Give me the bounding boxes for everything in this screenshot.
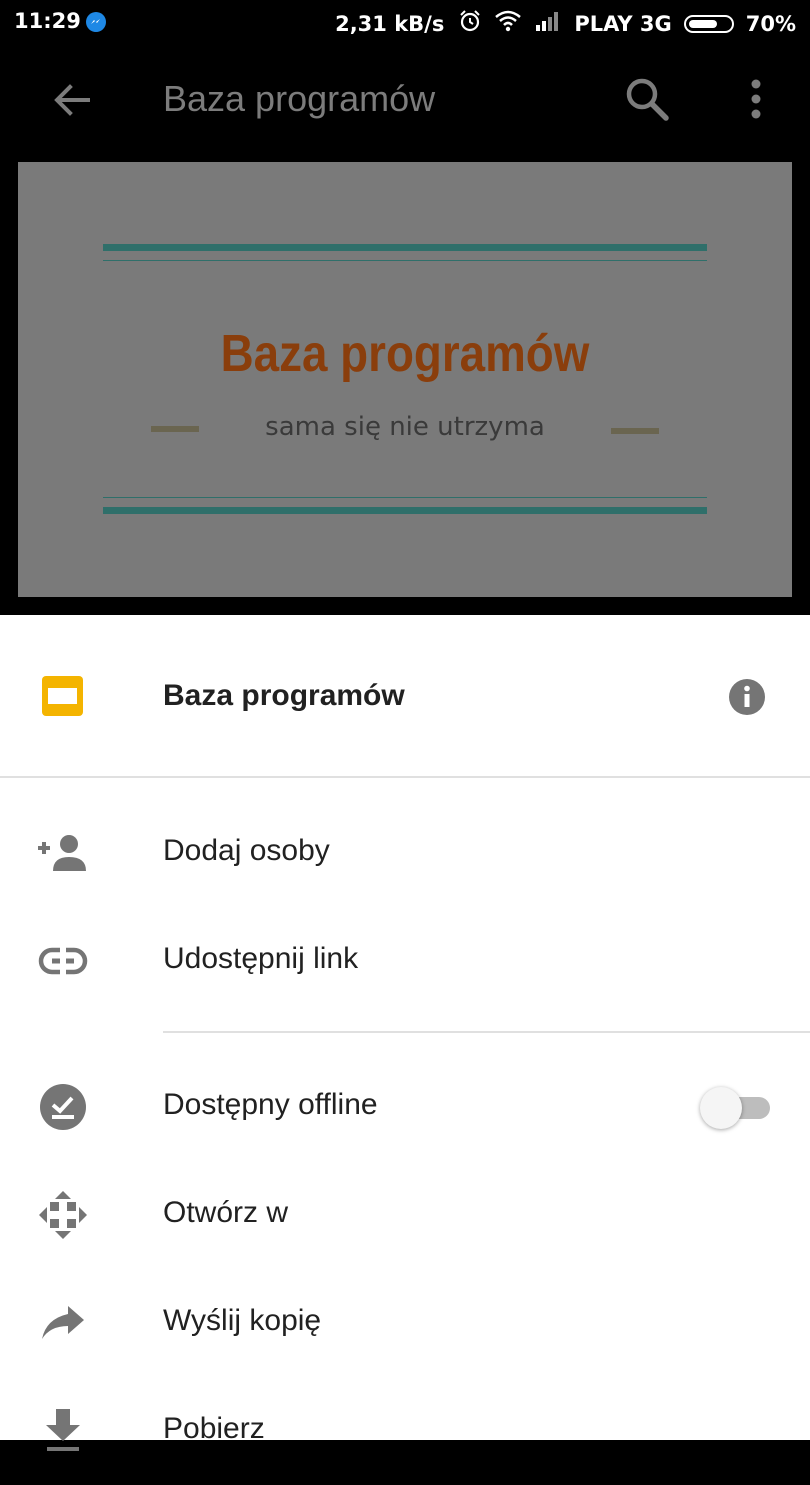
menu-item-label: Dodaj osoby <box>163 834 330 867</box>
slide-subtitle: sama się nie utrzyma <box>265 412 545 442</box>
menu-item-offline[interactable]: Dostępny offline <box>0 1053 810 1161</box>
wifi-icon <box>494 10 522 37</box>
alarm-icon <box>458 9 482 38</box>
slide-title: Baza programów <box>220 325 590 383</box>
menu-item-send-copy[interactable]: Wyślij kopię <box>0 1269 810 1377</box>
menu-item-label: Dostępny offline <box>163 1088 378 1121</box>
slide-preview[interactable]: Baza programów sama się nie utrzyma <box>18 162 792 597</box>
info-icon[interactable] <box>728 678 766 716</box>
slide-rule-bottom <box>103 507 707 514</box>
section-divider <box>163 1031 810 1033</box>
carrier-name: PLAY 3G <box>574 11 672 36</box>
app-bar: Baza programów <box>0 46 810 154</box>
messenger-icon <box>86 12 106 32</box>
offline-icon <box>36 1083 90 1131</box>
more-vert-icon[interactable] <box>736 74 776 124</box>
open-with-icon <box>36 1191 90 1239</box>
menu-item-add-people[interactable]: Dodaj osoby <box>0 799 810 907</box>
search-icon[interactable] <box>622 74 672 124</box>
status-bar: 11:29 2,31 kB/s PLAY 3G 70% <box>0 0 810 46</box>
slide-rule-bottom-thin <box>103 497 707 498</box>
download-icon <box>36 1407 90 1455</box>
net-speed: 2,31 kB/s <box>335 11 445 36</box>
signal-icon <box>534 10 562 37</box>
share-forward-icon <box>36 1299 90 1347</box>
link-icon <box>36 937 90 985</box>
menu-item-open-with[interactable]: Otwórz w <box>0 1161 810 1269</box>
app-title: Baza programów <box>163 78 436 119</box>
menu-item-download[interactable]: Pobierz <box>0 1377 810 1485</box>
battery-icon <box>683 14 734 33</box>
actions-sheet: Baza programów Dodaj osoby Udostępnij li… <box>0 615 810 1451</box>
menu-item-share-link[interactable]: Udostępnij link <box>0 907 810 1015</box>
status-time: 11:29 <box>14 9 81 33</box>
add-person-icon <box>36 829 90 877</box>
menu-item-label: Otwórz w <box>163 1196 289 1229</box>
menu-item-label: Pobierz <box>163 1412 265 1445</box>
sheet-file-title: Baza programów <box>163 679 405 712</box>
battery-percent: 70% <box>745 11 796 36</box>
slide-rule-top-thin <box>103 260 707 261</box>
offline-toggle[interactable] <box>698 1083 772 1131</box>
back-arrow-icon[interactable] <box>48 76 96 124</box>
sheet-header: Baza programów <box>0 615 810 778</box>
slide-dash-right <box>611 428 659 434</box>
slide-rule-top <box>103 244 707 251</box>
menu-item-label: Wyślij kopię <box>163 1304 322 1337</box>
slides-file-icon <box>42 676 83 716</box>
menu-item-label: Udostępnij link <box>163 942 359 975</box>
